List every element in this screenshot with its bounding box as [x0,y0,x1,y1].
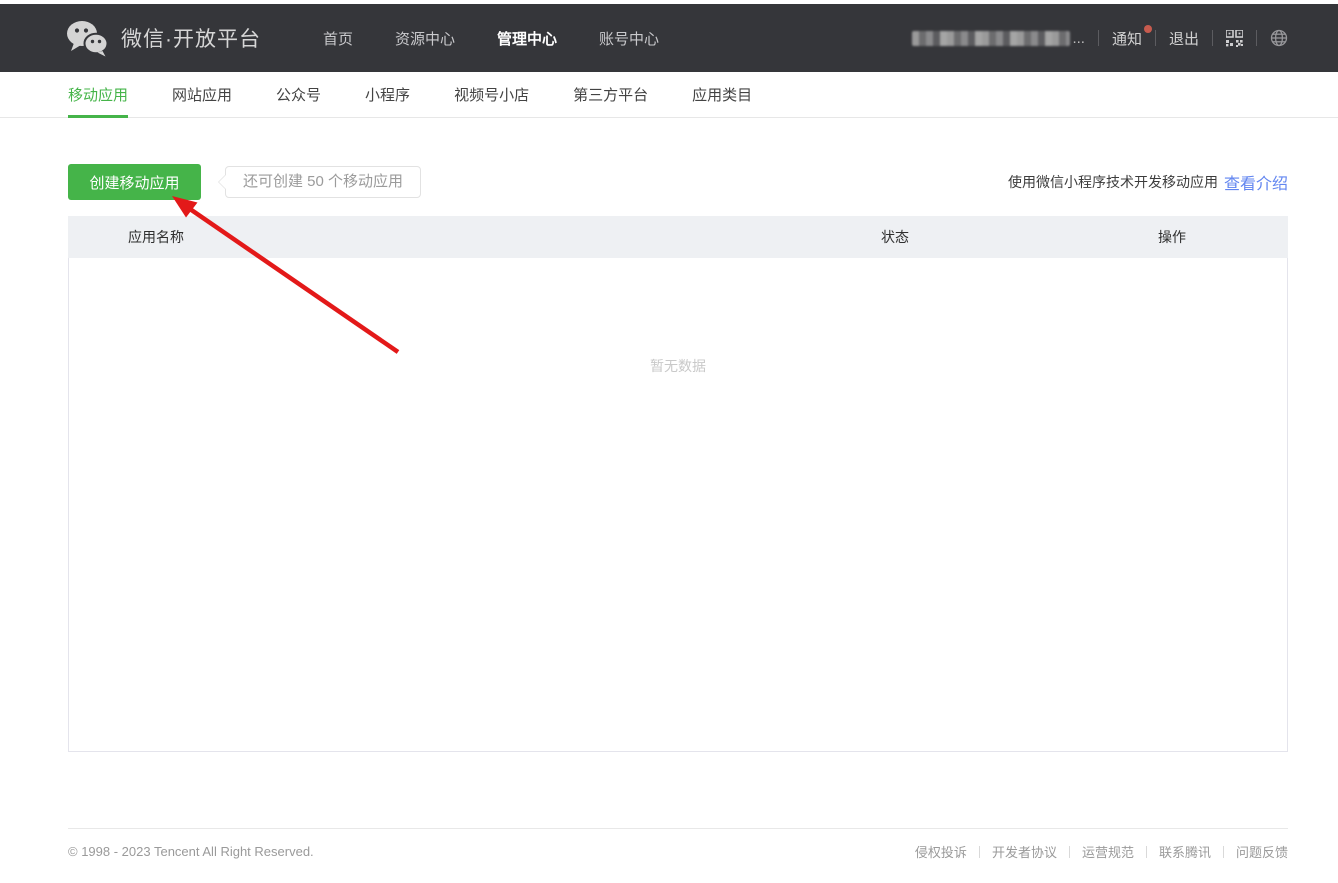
wechat-bubbles-icon [65,19,109,57]
tab-app-category[interactable]: 应用类目 [692,72,752,117]
footer-link-contact-tencent[interactable]: 联系腾讯 [1159,842,1211,861]
app-type-tabs: 移动应用 网站应用 公众号 小程序 视频号小店 第三方平台 应用类目 [0,72,1338,118]
account-name-blurred[interactable]: ... [912,30,1085,47]
logout-link[interactable]: 退出 [1169,28,1199,49]
tab-third-party-platform[interactable]: 第三方平台 [573,72,648,117]
copyright-text: © 1998 - 2023 Tencent All Right Reserved… [68,844,314,859]
footer-separator [1146,846,1147,858]
notice-link[interactable]: 通知 [1112,28,1142,49]
page-footer: © 1998 - 2023 Tencent All Right Reserved… [68,828,1288,874]
footer-link-feedback[interactable]: 问题反馈 [1236,842,1288,861]
tab-official-account[interactable]: 公众号 [276,72,321,117]
footer-link-developer-agreement[interactable]: 开发者协议 [992,842,1057,861]
footer-separator [1223,846,1224,858]
nav-item-management-center[interactable]: 管理中心 [497,28,557,49]
empty-state-text: 暂无数据 [650,356,706,376]
footer-link-infringement[interactable]: 侵权投诉 [915,842,967,861]
hint-text: 使用微信小程序技术开发移动应用 [1008,172,1218,192]
nav-item-account-center[interactable]: 账号中心 [599,28,659,49]
header-separator [1155,30,1156,46]
quota-tooltip: 还可创建 50 个移动应用 [225,166,421,198]
footer-separator [1069,846,1070,858]
logo-text: 微信·开放平台 [121,23,261,53]
main-nav: 首页 资源中心 管理中心 账号中心 [323,28,701,49]
column-action: 操作 [1158,227,1288,247]
header-separator [1256,30,1257,46]
tab-mobile-app[interactable]: 移动应用 [68,72,128,117]
wechat-open-platform-logo[interactable]: 微信·开放平台 [65,19,261,57]
toolbar: 创建移动应用 还可创建 50 个移动应用 使用微信小程序技术开发移动应用 查看介… [68,164,1288,200]
tab-website-app[interactable]: 网站应用 [172,72,232,117]
app-table: 应用名称 状态 操作 暂无数据 [68,216,1288,752]
footer-link-operation-rules[interactable]: 运营规范 [1082,842,1134,861]
nav-item-resource-center[interactable]: 资源中心 [395,28,455,49]
tab-channels-shop[interactable]: 视频号小店 [454,72,529,117]
column-status: 状态 [881,227,1158,247]
footer-separator [979,846,980,858]
nav-item-home[interactable]: 首页 [323,28,353,49]
notice-label: 通知 [1112,31,1142,48]
tab-mini-program[interactable]: 小程序 [365,72,410,117]
main-content: 创建移动应用 还可创建 50 个移动应用 使用微信小程序技术开发移动应用 查看介… [68,164,1288,752]
red-notification-dot [1144,25,1152,33]
header-separator [1098,30,1099,46]
table-body-empty: 暂无数据 [68,258,1288,752]
column-app-name: 应用名称 [68,227,881,247]
qr-code-icon[interactable] [1226,30,1243,47]
table-header-row: 应用名称 状态 操作 [68,216,1288,258]
header-right: ... 通知 退出 [912,28,1288,49]
view-intro-link[interactable]: 查看介绍 [1224,170,1288,194]
main-header: 微信·开放平台 首页 资源中心 管理中心 账号中心 ... 通知 退出 [0,4,1338,72]
create-mobile-app-button[interactable]: 创建移动应用 [68,164,201,200]
globe-language-icon[interactable] [1270,29,1288,47]
footer-links: 侵权投诉 开发者协议 运营规范 联系腾讯 问题反馈 [915,842,1288,861]
header-separator [1212,30,1213,46]
